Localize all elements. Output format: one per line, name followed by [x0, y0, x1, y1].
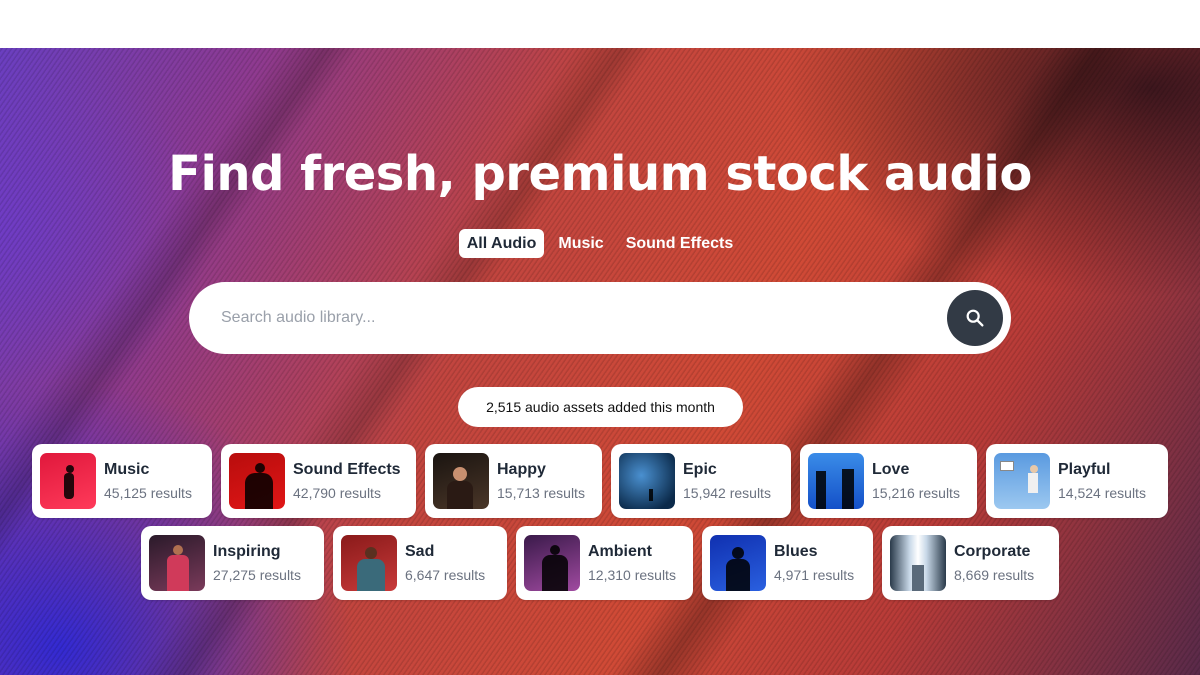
- category-card-corporate[interactable]: Corporate 8,669 results: [882, 526, 1059, 600]
- category-card-love[interactable]: Love 15,216 results: [800, 444, 977, 518]
- category-name: Corporate: [954, 542, 1031, 560]
- category-card-happy[interactable]: Happy 15,713 results: [425, 444, 602, 518]
- category-card-music[interactable]: Music 45,125 results: [32, 444, 212, 518]
- category-card-epic[interactable]: Epic 15,942 results: [611, 444, 791, 518]
- tab-sound-effects[interactable]: Sound Effects: [618, 229, 742, 258]
- assets-added-text: 2,515 audio assets added this month: [486, 399, 715, 415]
- search-icon: [966, 309, 984, 327]
- category-name: Ambient: [588, 542, 652, 560]
- assets-added-badge: 2,515 audio assets added this month: [458, 387, 743, 427]
- epic-thumbnail: [619, 453, 675, 509]
- category-name: Love: [872, 460, 910, 478]
- category-name: Blues: [774, 542, 818, 560]
- category-name: Music: [104, 460, 150, 478]
- category-card-sad[interactable]: Sad 6,647 results: [333, 526, 507, 600]
- category-count: 15,713 results: [497, 484, 585, 501]
- category-name: Playful: [1058, 460, 1111, 478]
- happy-thumbnail: [433, 453, 489, 509]
- tab-music[interactable]: Music: [550, 229, 611, 258]
- search-input[interactable]: [221, 298, 947, 338]
- top-bar: [0, 0, 1200, 48]
- tab-all-audio[interactable]: All Audio: [458, 229, 545, 258]
- category-count: 14,524 results: [1058, 484, 1146, 501]
- category-name: Inspiring: [213, 542, 281, 560]
- corporate-thumbnail: [890, 535, 946, 591]
- sound-effects-thumbnail: [229, 453, 285, 509]
- category-name: Sad: [405, 542, 435, 560]
- music-thumbnail: [40, 453, 96, 509]
- blues-thumbnail: [710, 535, 766, 591]
- audio-type-tabs: All Audio Music Sound Effects: [0, 229, 1200, 258]
- category-row-1: Music 45,125 results Sound Effects 42,79…: [0, 444, 1200, 518]
- category-count: 4,971 results: [774, 566, 855, 583]
- category-name: Epic: [683, 460, 717, 478]
- category-name: Happy: [497, 460, 546, 478]
- category-count: 8,669 results: [954, 566, 1035, 583]
- page-title: Find fresh, premium stock audio: [168, 146, 1032, 202]
- search-bar: [189, 282, 1011, 354]
- love-thumbnail: [808, 453, 864, 509]
- category-count: 15,942 results: [683, 484, 771, 501]
- sad-thumbnail: [341, 535, 397, 591]
- category-count: 12,310 results: [588, 566, 676, 583]
- category-count: 42,790 results: [293, 484, 381, 501]
- category-card-playful[interactable]: Playful 14,524 results: [986, 444, 1168, 518]
- category-card-ambient[interactable]: Ambient 12,310 results: [516, 526, 693, 600]
- category-name: Sound Effects: [293, 460, 401, 478]
- category-count: 27,275 results: [213, 566, 301, 583]
- category-card-inspiring[interactable]: Inspiring 27,275 results: [141, 526, 324, 600]
- category-card-sound-effects[interactable]: Sound Effects 42,790 results: [221, 444, 416, 518]
- category-count: 15,216 results: [872, 484, 960, 501]
- inspiring-thumbnail: [149, 535, 205, 591]
- category-count: 6,647 results: [405, 566, 486, 583]
- category-count: 45,125 results: [104, 484, 192, 501]
- hero-banner: Find fresh, premium stock audio All Audi…: [0, 48, 1200, 675]
- category-row-2: Inspiring 27,275 results Sad 6,647 resul…: [0, 526, 1200, 600]
- playful-thumbnail: [994, 453, 1050, 509]
- category-card-blues[interactable]: Blues 4,971 results: [702, 526, 873, 600]
- ambient-thumbnail: [524, 535, 580, 591]
- search-button[interactable]: [947, 290, 1003, 346]
